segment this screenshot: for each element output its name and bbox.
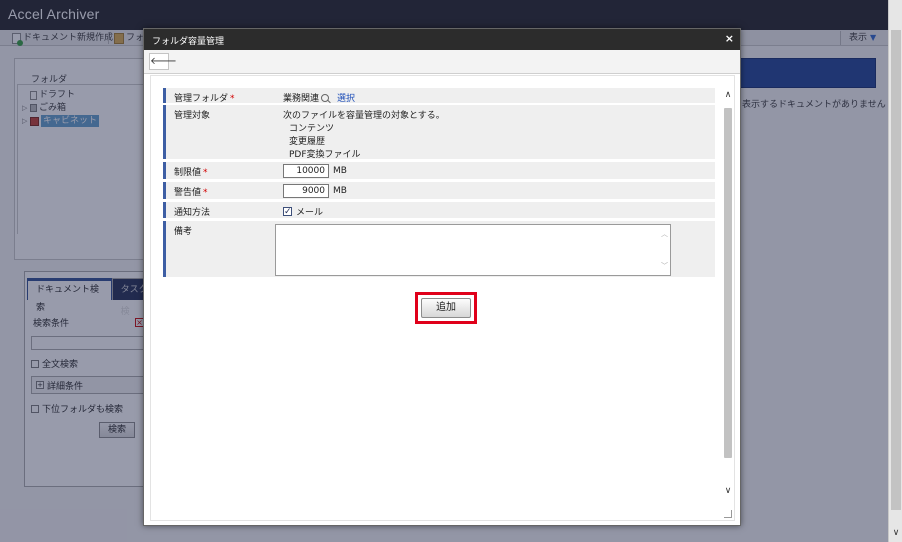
checkmark-icon[interactable]: ✓: [283, 207, 292, 217]
notify-label: 通知方法: [163, 202, 273, 218]
folder-name: 業務関連: [283, 94, 320, 104]
target-label: 管理対象: [163, 105, 273, 159]
remarks-textarea[interactable]: [275, 224, 671, 276]
warning-value: 9000 MB: [283, 184, 347, 198]
form-row-remarks: 備考 ︿ ﹀: [163, 221, 715, 278]
chevron-down-icon[interactable]: ∨: [891, 528, 901, 538]
target-item: PDF変換ファイル: [289, 150, 361, 160]
select-folder-link[interactable]: 選択: [337, 91, 355, 104]
folder-label: 管理フォルダ *: [163, 88, 273, 104]
mail-checkbox[interactable]: ✓ メール: [283, 205, 323, 218]
dialog-body: 管理フォルダ * 業務関連 選択 管理対象 次のファイルを容量管理の対象とする。 …: [150, 75, 735, 521]
dialog-scrollbar[interactable]: ∧ ∨: [724, 90, 732, 502]
page-scrollbar[interactable]: ∨: [888, 0, 902, 542]
form-row-folder: 管理フォルダ * 業務関連 選択: [163, 88, 715, 104]
dialog-scrollbar-thumb[interactable]: [724, 108, 732, 458]
target-list: コンテンツ 変更履歴 PDF変換ファイル: [283, 123, 445, 162]
form-row-notify: 通知方法 ✓ メール: [163, 202, 715, 219]
target-description: 次のファイルを容量管理の対象とする。: [283, 111, 445, 121]
back-arrow-icon: 🡐: [150, 56, 177, 67]
close-icon[interactable]: ×: [725, 32, 734, 45]
search-icon[interactable]: [321, 93, 330, 102]
remarks-label: 備考: [163, 221, 273, 277]
resize-grip-icon[interactable]: [724, 510, 732, 518]
form-row-warning: 警告値 * 9000 MB: [163, 182, 715, 200]
target-value: 次のファイルを容量管理の対象とする。 コンテンツ 変更履歴 PDF変換ファイル: [283, 108, 445, 162]
required-mark: *: [203, 168, 208, 178]
required-mark: *: [230, 94, 235, 104]
warning-unit: MB: [333, 186, 347, 196]
required-mark: *: [203, 188, 208, 198]
folder-value: 業務関連 選択: [283, 91, 355, 104]
target-item: コンテンツ: [289, 124, 335, 134]
limit-unit: MB: [333, 166, 347, 176]
chevron-up-icon: ︿: [661, 230, 668, 238]
form-row-limit: 制限値 * 10000 MB: [163, 162, 715, 180]
folder-capacity-dialog: フォルダ容量管理 × 🡐 管理フォルダ * 業務関連 選択 管理対象 次のファイル…: [143, 28, 741, 526]
chevron-down-icon: ﹀: [661, 262, 668, 270]
page-scrollbar-thumb[interactable]: [891, 30, 901, 510]
target-item: 変更履歴: [289, 137, 326, 147]
dialog-title: フォルダ容量管理: [152, 37, 225, 47]
dialog-titlebar: フォルダ容量管理 ×: [144, 29, 740, 50]
mail-label: メール: [296, 208, 324, 218]
chevron-down-icon[interactable]: ∨: [723, 486, 733, 496]
limit-input[interactable]: 10000: [283, 164, 329, 178]
back-button[interactable]: 🡐: [149, 53, 177, 70]
form-row-target: 管理対象 次のファイルを容量管理の対象とする。 コンテンツ 変更履歴 PDF変換…: [163, 105, 715, 160]
limit-value: 10000 MB: [283, 164, 347, 178]
dialog-toolbar: 🡐: [144, 50, 740, 74]
warning-input[interactable]: 9000: [283, 184, 329, 198]
add-button[interactable]: 追加: [421, 298, 471, 318]
chevron-up-icon[interactable]: ∧: [723, 90, 733, 100]
warning-label: 警告値 *: [163, 182, 273, 199]
limit-label: 制限値 *: [163, 162, 273, 179]
